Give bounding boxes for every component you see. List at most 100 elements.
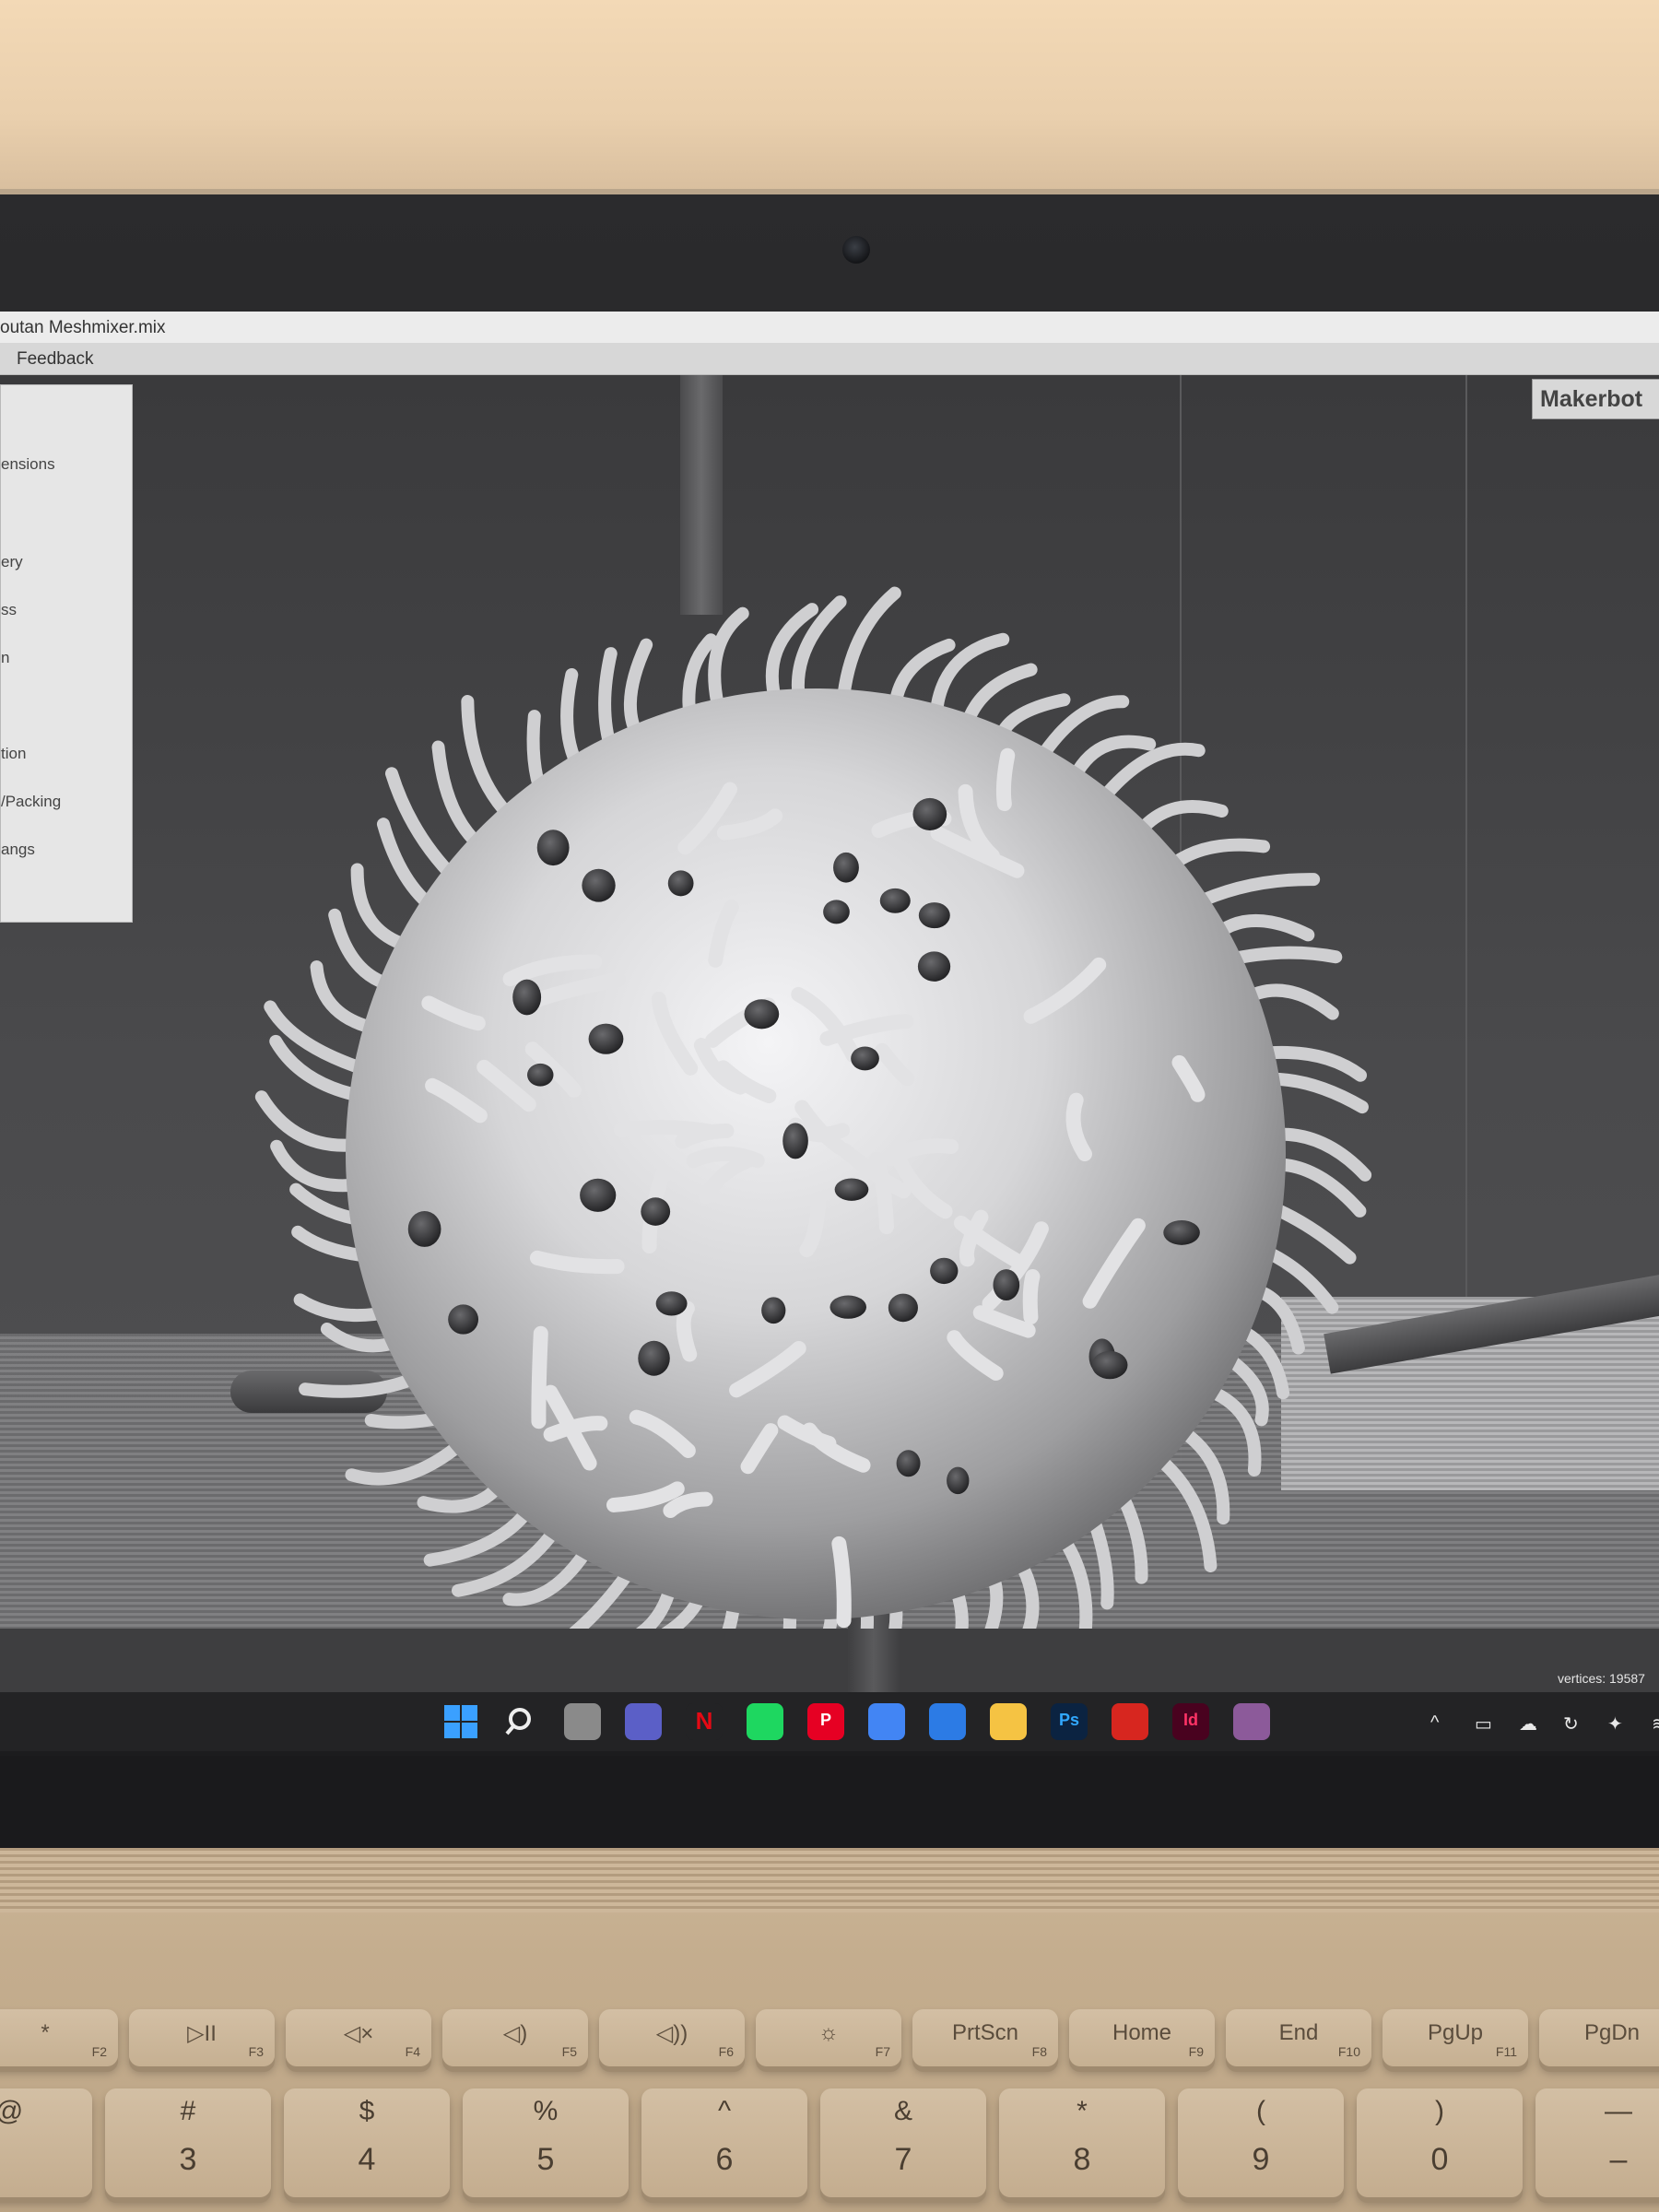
tray-icon[interactable]: ☁	[1519, 1712, 1537, 1735]
key-0[interactable]: ) 0	[1357, 2088, 1523, 2197]
nub	[917, 951, 951, 982]
nub	[512, 979, 542, 1016]
tray-icon[interactable]: ▭	[1475, 1712, 1492, 1735]
key-f8[interactable]: PrtScn F8	[912, 2009, 1058, 2066]
key-label: PgDn	[1583, 2020, 1641, 2045]
nub	[888, 1293, 918, 1323]
side-panel-item[interactable]: ss	[1, 601, 17, 619]
key-fn-label: F2	[91, 2044, 107, 2059]
side-panel-item[interactable]: angs	[1, 841, 35, 859]
key-label: ▷II	[187, 2021, 217, 2046]
key-pgdn[interactable]: PgDn	[1539, 2009, 1659, 2066]
photoshop-icon[interactable]: Ps	[1051, 1703, 1088, 1740]
key-shift-label: ^	[717, 2096, 732, 2126]
hinge	[0, 1848, 1659, 1912]
key-shift-label: )	[1435, 2096, 1444, 2126]
key-symbol[interactable]: @	[0, 2088, 92, 2197]
side-panel-item[interactable]: tion	[1, 745, 26, 763]
meshmixer-icon[interactable]	[1233, 1703, 1270, 1740]
key-f9[interactable]: Home F9	[1069, 2009, 1215, 2066]
nub	[1091, 1350, 1128, 1380]
3d-viewport[interactable]	[0, 375, 1659, 1692]
nub	[744, 999, 780, 1030]
key-shift-label: —	[1605, 2096, 1632, 2126]
feedback-menu[interactable]: Feedback	[17, 349, 93, 370]
key-–[interactable]: — –	[1535, 2088, 1659, 2197]
chrome-icon[interactable]	[868, 1703, 905, 1740]
acrobat-icon[interactable]	[1112, 1703, 1148, 1740]
pinterest-icon[interactable]: P	[807, 1703, 844, 1740]
key-f11[interactable]: PgUp F11	[1382, 2009, 1528, 2066]
tentacle	[676, 1300, 698, 1362]
key-shift-label: %	[533, 2096, 559, 2126]
key-f5[interactable]: ◁) F5	[442, 2009, 588, 2066]
key-f7[interactable]: ☼ F7	[756, 2009, 901, 2066]
netflix-icon[interactable]: N	[686, 1703, 723, 1740]
tentacle	[614, 1120, 720, 1140]
key-4[interactable]: $4	[284, 2088, 450, 2197]
task-view-icon[interactable]	[564, 1703, 601, 1740]
side-panel-item[interactable]: n	[1, 649, 9, 667]
tray-icon[interactable]: ≋	[1652, 1712, 1659, 1735]
netflix-glyph: N	[695, 1707, 713, 1735]
vertex-count: vertices: 19587	[1558, 1671, 1645, 1686]
nub	[782, 1123, 808, 1159]
key-label: 7	[894, 2142, 912, 2177]
spotify-icon[interactable]	[747, 1703, 783, 1740]
tentacle	[461, 695, 520, 826]
nub	[527, 1063, 554, 1087]
key-label: 5	[536, 2142, 555, 2177]
spiky-sphere-model[interactable]	[0, 375, 1659, 1629]
tentacle	[1147, 1447, 1218, 1572]
tray-icon[interactable]: ↻	[1563, 1712, 1579, 1735]
key-fn-label: F7	[875, 2044, 890, 2059]
nub	[833, 852, 859, 883]
key-fn-label: F10	[1337, 2044, 1360, 2059]
key-f3[interactable]: ▷II F3	[129, 2009, 275, 2066]
tentacle	[1022, 1269, 1041, 1324]
key-8[interactable]: * 8	[999, 2088, 1165, 2197]
microsoft-store-icon[interactable]	[929, 1703, 966, 1740]
indesign-icon[interactable]: Id	[1172, 1703, 1209, 1740]
title-bar: outan Meshmixer.mix	[0, 312, 1659, 344]
side-panel-item[interactable]: ery	[1, 553, 23, 571]
nub	[1163, 1219, 1200, 1245]
laptop-screen: outan Meshmixer.mix Feedback ensions ery…	[0, 312, 1659, 1692]
teams-chat-icon[interactable]	[625, 1703, 662, 1740]
nub	[993, 1269, 1020, 1301]
tentacle	[345, 1433, 473, 1486]
windows-taskbar: N P Ps Id ^ ▭ ☁ ↻ ✦ ≋	[0, 1692, 1659, 1751]
tentacle	[423, 1499, 539, 1567]
tray-icon[interactable]: ✦	[1607, 1712, 1623, 1735]
key-f6[interactable]: ◁)) F6	[599, 2009, 745, 2066]
key-f4[interactable]: ◁× F4	[286, 2009, 431, 2066]
nub	[448, 1304, 479, 1335]
nub	[536, 830, 570, 866]
key-f10[interactable]: End F10	[1226, 2009, 1371, 2066]
printer-label[interactable]: Makerbot	[1532, 379, 1659, 419]
side-panel-item[interactable]: ensions	[1, 455, 55, 474]
key-7[interactable]: & 7	[820, 2088, 986, 2197]
sphere-body	[346, 688, 1286, 1619]
key-5[interactable]: % 5	[463, 2088, 629, 2197]
key-label: 9	[1252, 2142, 1270, 2177]
nub	[830, 1295, 867, 1319]
start-icon[interactable]	[442, 1703, 479, 1740]
nub	[667, 870, 694, 897]
key-shift-label: $	[359, 2096, 375, 2126]
key-label: ◁))	[655, 2021, 688, 2046]
file-explorer-icon[interactable]	[990, 1703, 1027, 1740]
key-9[interactable]: (9	[1178, 2088, 1344, 2197]
key-f2[interactable]: * F2	[0, 2009, 118, 2066]
key-3[interactable]: #3	[105, 2088, 271, 2197]
nub	[655, 1291, 688, 1316]
nub	[879, 888, 911, 913]
search-icon[interactable]	[503, 1703, 540, 1740]
key-fn-label: F5	[561, 2044, 577, 2059]
nub	[834, 1178, 869, 1201]
key-label: 3	[179, 2142, 197, 2177]
side-panel-item[interactable]: /Packing	[1, 793, 61, 811]
key-label: ◁)	[502, 2021, 528, 2046]
key-6[interactable]: ^ 6	[641, 2088, 807, 2197]
tray-icon[interactable]: ^	[1430, 1712, 1439, 1734]
